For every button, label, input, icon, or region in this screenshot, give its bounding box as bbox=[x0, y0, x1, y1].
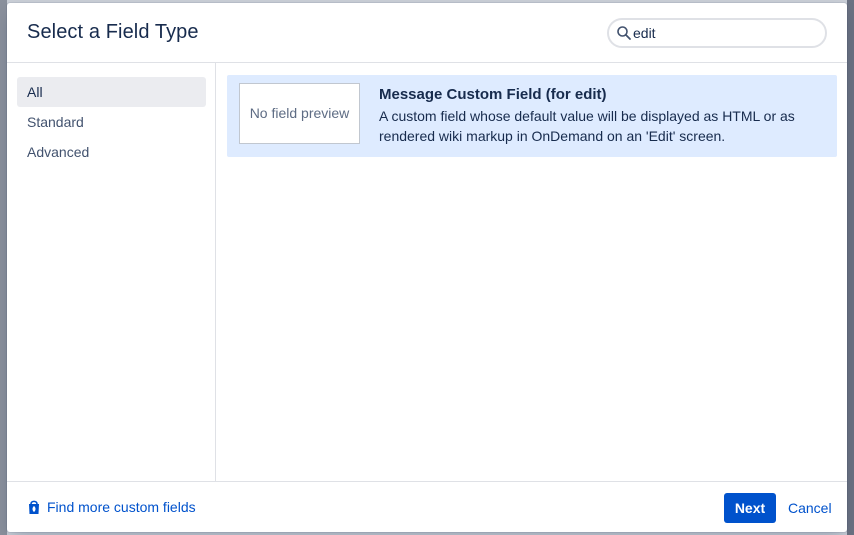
search-field[interactable] bbox=[607, 18, 827, 48]
category-sidebar: All Standard Advanced bbox=[7, 63, 216, 481]
dialog-footer: Find more custom fields Next Cancel bbox=[7, 481, 847, 532]
select-field-type-dialog: Select a Field Type All Standard Advance… bbox=[7, 3, 847, 532]
next-button[interactable]: Next bbox=[724, 493, 776, 523]
marketplace-bag-icon bbox=[29, 500, 39, 514]
sidebar-item-all[interactable]: All bbox=[17, 77, 206, 107]
search-icon bbox=[617, 26, 631, 40]
dialog-title: Select a Field Type bbox=[27, 21, 199, 43]
background-overlay-right bbox=[847, 0, 854, 535]
field-type-item[interactable]: No field preview Message Custom Field (f… bbox=[227, 75, 837, 157]
background-overlay-left bbox=[0, 0, 7, 535]
field-type-name: Message Custom Field (for edit) bbox=[379, 86, 607, 103]
sidebar-item-advanced[interactable]: Advanced bbox=[17, 137, 206, 167]
search-input[interactable] bbox=[633, 23, 813, 43]
find-more-custom-fields-link[interactable]: Find more custom fields bbox=[27, 499, 196, 515]
field-preview: No field preview bbox=[239, 83, 360, 144]
cancel-button[interactable]: Cancel bbox=[782, 493, 832, 523]
sidebar-item-standard[interactable]: Standard bbox=[17, 107, 206, 137]
find-link-label: Find more custom fields bbox=[47, 499, 196, 515]
field-results: No field preview Message Custom Field (f… bbox=[216, 63, 847, 481]
dialog-header: Select a Field Type bbox=[7, 3, 847, 63]
field-type-description: A custom field whose default value will … bbox=[379, 108, 795, 144]
